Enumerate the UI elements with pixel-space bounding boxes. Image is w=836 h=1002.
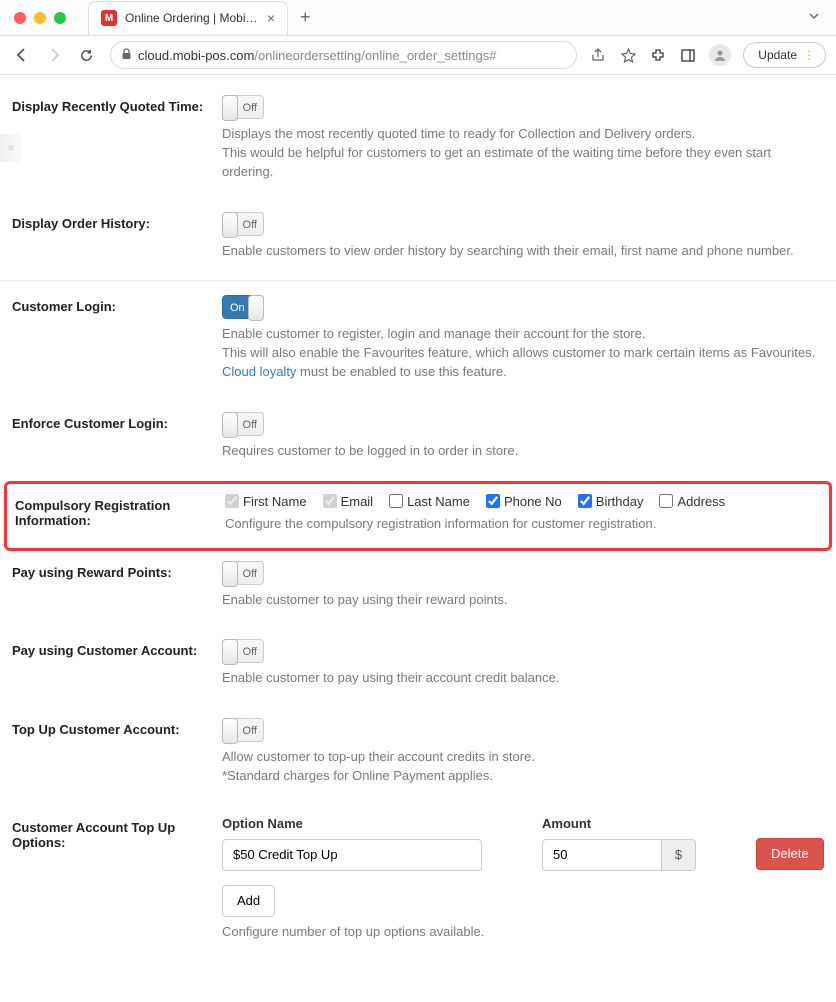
compulsory-registration-highlight: Compulsory Registration Information: Fir… bbox=[4, 481, 832, 551]
option-name-label: Option Name bbox=[222, 816, 482, 831]
delete-button[interactable]: Delete bbox=[756, 838, 824, 870]
reward-points-row: Pay using Reward Points: Off Enable cust… bbox=[0, 551, 836, 630]
checkbox-phone[interactable]: Phone No bbox=[486, 494, 562, 509]
lock-icon bbox=[121, 48, 132, 63]
setting-label: Compulsory Registration Information: bbox=[15, 494, 225, 534]
forward-button[interactable] bbox=[42, 43, 66, 67]
new-tab-button[interactable]: + bbox=[288, 7, 323, 28]
checkbox-email[interactable]: Email bbox=[323, 494, 374, 509]
address-bar[interactable]: cloud.mobi-pos.com/onlineordersetting/on… bbox=[110, 41, 577, 69]
checkbox-address[interactable]: Address bbox=[659, 494, 725, 509]
topup-account-toggle[interactable]: Off bbox=[222, 718, 264, 742]
bookmark-icon[interactable] bbox=[619, 46, 637, 64]
settings-content: Display Recently Quoted Time: Off Displa… bbox=[0, 75, 836, 1002]
help-text: Enable customer to register, login and m… bbox=[222, 325, 824, 382]
customer-login-row: Customer Login: On Enable customer to re… bbox=[0, 280, 836, 402]
update-button[interactable]: Update ⋮ bbox=[743, 42, 826, 68]
checkbox-last-name[interactable]: Last Name bbox=[389, 494, 470, 509]
setting-label: Customer Account Top Up Options: bbox=[12, 816, 222, 942]
quoted-time-toggle[interactable]: Off bbox=[222, 95, 264, 119]
display-quoted-time-row: Display Recently Quoted Time: Off Displa… bbox=[0, 85, 836, 202]
setting-label: Pay using Reward Points: bbox=[12, 561, 222, 610]
help-text: Configure the compulsory registration in… bbox=[225, 515, 821, 534]
cloud-loyalty-link[interactable]: Cloud loyalty bbox=[222, 364, 296, 379]
help-text: Displays the most recently quoted time t… bbox=[222, 125, 824, 182]
option-name-input[interactable] bbox=[222, 839, 482, 871]
extensions-icon[interactable] bbox=[649, 46, 667, 64]
amount-label: Amount bbox=[542, 816, 696, 831]
minimize-window-button[interactable] bbox=[34, 12, 46, 24]
profile-icon[interactable] bbox=[709, 44, 731, 66]
customer-login-toggle[interactable]: On bbox=[222, 295, 264, 319]
display-order-history-row: Display Order History: Off Enable custom… bbox=[0, 202, 836, 281]
help-text: Requires customer to be logged in to ord… bbox=[222, 442, 824, 461]
url-text: cloud.mobi-pos.com/onlineordersetting/on… bbox=[138, 48, 496, 63]
sidepanel-icon[interactable] bbox=[679, 46, 697, 64]
checkbox-birthday[interactable]: Birthday bbox=[578, 494, 644, 509]
tab-title: Online Ordering | MobiPOS bbox=[125, 11, 259, 25]
enforce-login-toggle[interactable]: Off bbox=[222, 412, 264, 436]
compulsory-registration-row: Compulsory Registration Information: Fir… bbox=[7, 484, 829, 548]
back-button[interactable] bbox=[10, 43, 34, 67]
help-text: Enable customer to pay using their accou… bbox=[222, 669, 824, 688]
setting-label: Top Up Customer Account: bbox=[12, 718, 222, 786]
reload-button[interactable] bbox=[74, 43, 98, 67]
reward-points-toggle[interactable]: Off bbox=[222, 561, 264, 585]
checkbox-first-name[interactable]: First Name bbox=[225, 494, 307, 509]
topup-options-row: Customer Account Top Up Options: Option … bbox=[0, 806, 836, 962]
amount-input[interactable] bbox=[542, 839, 662, 871]
setting-label: Enforce Customer Login: bbox=[12, 412, 222, 461]
checkbox-list: First Name Email Last Name Phone No Birt… bbox=[225, 494, 821, 509]
order-history-toggle[interactable]: Off bbox=[222, 212, 264, 236]
tab-list-button[interactable] bbox=[792, 10, 836, 25]
help-text: Configure number of top up options avail… bbox=[222, 923, 824, 942]
share-icon[interactable] bbox=[589, 46, 607, 64]
side-tab-handle[interactable]: ≡ bbox=[0, 134, 22, 162]
enforce-login-row: Enforce Customer Login: Off Requires cus… bbox=[0, 402, 836, 481]
favicon: M bbox=[101, 10, 117, 26]
currency-addon: $ bbox=[662, 839, 696, 871]
close-window-button[interactable] bbox=[14, 12, 26, 24]
maximize-window-button[interactable] bbox=[54, 12, 66, 24]
topup-account-row: Top Up Customer Account: Off Allow custo… bbox=[0, 708, 836, 806]
setting-label: Customer Login: bbox=[12, 295, 222, 382]
browser-chrome: M Online Ordering | MobiPOS × + cloud.mo… bbox=[0, 0, 836, 75]
setting-label: Display Order History: bbox=[12, 212, 222, 261]
browser-tab[interactable]: M Online Ordering | MobiPOS × bbox=[88, 1, 288, 35]
add-button[interactable]: Add bbox=[222, 885, 275, 917]
help-text: Enable customers to view order history b… bbox=[222, 242, 824, 261]
tab-close-icon[interactable]: × bbox=[267, 10, 275, 26]
menu-dots-icon: ⋮ bbox=[803, 48, 813, 62]
customer-account-toggle[interactable]: Off bbox=[222, 639, 264, 663]
toolbar: cloud.mobi-pos.com/onlineordersetting/on… bbox=[0, 36, 836, 74]
setting-label: Display Recently Quoted Time: bbox=[12, 95, 222, 182]
help-text: Allow customer to top-up their account c… bbox=[222, 748, 824, 786]
customer-account-row: Pay using Customer Account: Off Enable c… bbox=[0, 629, 836, 708]
setting-label: Pay using Customer Account: bbox=[12, 639, 222, 688]
window-controls bbox=[0, 12, 80, 24]
help-text: Enable customer to pay using their rewar… bbox=[222, 591, 824, 610]
title-bar: M Online Ordering | MobiPOS × + bbox=[0, 0, 836, 36]
toolbar-icons: Update ⋮ bbox=[589, 42, 826, 68]
